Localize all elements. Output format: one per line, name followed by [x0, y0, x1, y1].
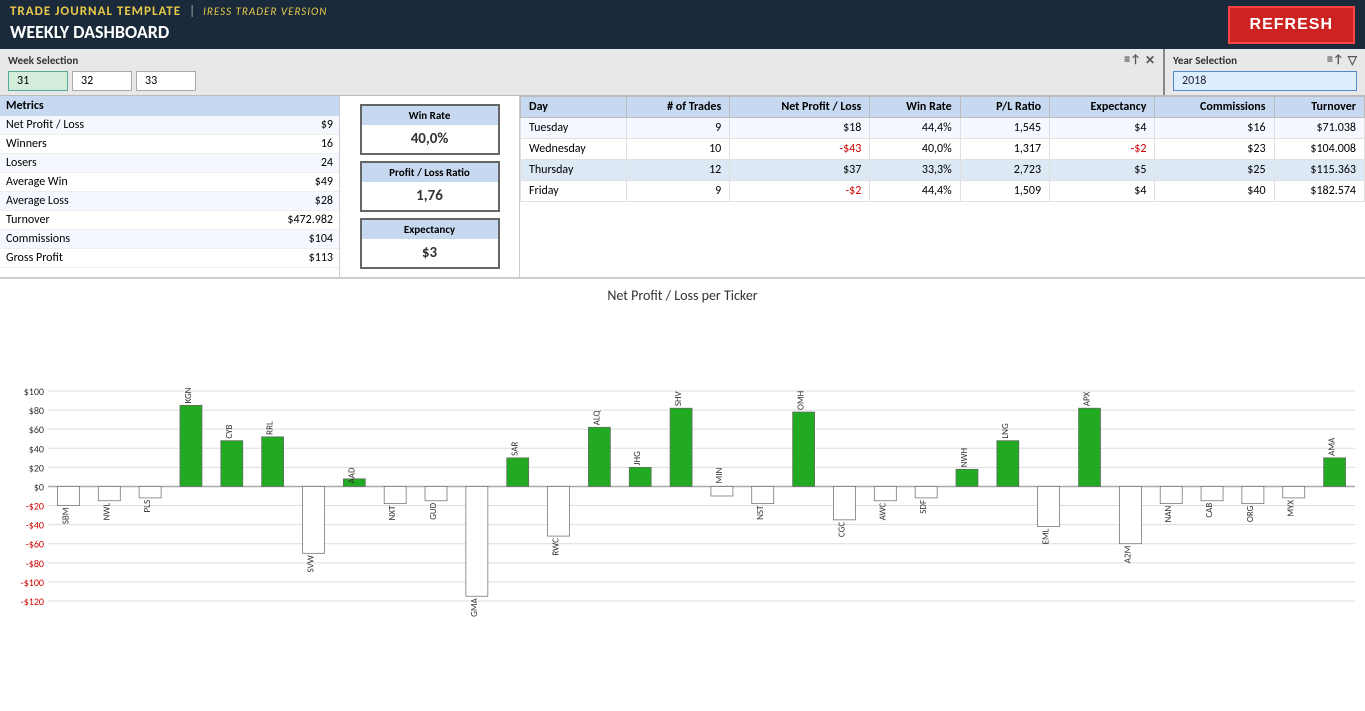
svg-text:GUD: GUD: [428, 502, 439, 519]
week-selection-panel: Week Selection ≡↑ ✕ 31 32 33: [0, 49, 1165, 95]
svg-text:NST: NST: [755, 505, 766, 520]
table-row: Gross Profit$113: [0, 249, 339, 268]
kpi-boxes: Win Rate 40,0% Profit / Loss Ratio 1,76 …: [340, 96, 520, 277]
expectancy-value: $3: [362, 239, 498, 267]
svg-text:RWC: RWC: [551, 538, 562, 556]
table-row: Losers24: [0, 154, 339, 173]
svg-text:LNG: LNG: [1000, 423, 1011, 439]
svg-text:PLS: PLS: [142, 500, 153, 513]
pl-ratio-label: Profit / Loss Ratio: [362, 163, 498, 182]
main-content: Metrics Net Profit / Loss$9Winners16Lose…: [0, 96, 1365, 711]
expectancy-box: Expectancy $3: [360, 218, 500, 269]
svg-text:SAR: SAR: [510, 442, 521, 456]
svg-text:AWC: AWC: [877, 503, 888, 521]
svg-text:-$20: -$20: [26, 500, 44, 513]
svg-text:NAN: NAN: [1163, 505, 1174, 522]
app-title: TRADE JOURNAL TEMPLATE: [10, 4, 181, 19]
svg-text:RRL: RRL: [265, 421, 276, 435]
metrics-section: Metrics Net Profit / Loss$9Winners16Lose…: [0, 96, 1365, 278]
svg-text:KGN: KGN: [183, 387, 194, 403]
svg-text:NWH: NWH: [959, 448, 970, 467]
year-clear-icon[interactable]: ▽: [1348, 53, 1357, 68]
svg-text:ORG: ORG: [1245, 505, 1256, 522]
table-row: Friday 9 -$2 44,4% 1,509 $4 $40 $182.574: [521, 181, 1365, 202]
svg-text:SVW: SVW: [305, 555, 316, 572]
year-selection-panel: Year Selection ≡↑ ▽ 2018: [1165, 49, 1365, 95]
svg-text:CGC: CGC: [836, 522, 847, 537]
svg-text:ALQ: ALQ: [591, 409, 602, 425]
table-row: Thursday 12 $37 33,3% 2,723 $5 $25 $115.…: [521, 160, 1365, 181]
chart-title: Net Profit / Loss per Ticker: [0, 287, 1365, 304]
table-row: Turnover$472.982: [0, 211, 339, 230]
table-row: Winners16: [0, 135, 339, 154]
svg-text:-$60: -$60: [26, 538, 44, 551]
svg-text:SDF: SDF: [918, 500, 929, 514]
svg-text:$0: $0: [34, 480, 44, 493]
svg-text:$100: $100: [24, 385, 44, 398]
svg-text:NWL: NWL: [101, 503, 112, 521]
svg-text:$20: $20: [29, 461, 44, 474]
win-rate-value: 40,0%: [362, 125, 498, 153]
pl-ratio-value: 1,76: [362, 182, 498, 210]
svg-text:-$100: -$100: [21, 576, 44, 589]
year-filter-icon[interactable]: ≡↑: [1327, 53, 1344, 68]
week-cell-33[interactable]: 33: [136, 71, 196, 91]
svg-text:AMA: AMA: [1327, 437, 1338, 456]
svg-text:NXT: NXT: [387, 505, 398, 520]
week-cell-32[interactable]: 32: [72, 71, 132, 91]
refresh-button[interactable]: REFRESH: [1228, 6, 1355, 44]
metrics-table: Metrics Net Profit / Loss$9Winners16Lose…: [0, 96, 340, 277]
svg-text:APX: APX: [1082, 391, 1093, 406]
table-row: Wednesday 10 -$43 40,0% 1,317 -$2 $23 $1…: [521, 139, 1365, 160]
svg-text:-$40: -$40: [26, 519, 44, 532]
divider: |: [189, 4, 195, 19]
table-row: Tuesday 9 $18 44,4% 1,545 $4 $16 $71.038: [521, 118, 1365, 139]
table-row: Commissions$104: [0, 230, 339, 249]
page-title: WEEKLY DASHBOARD: [10, 19, 327, 45]
win-rate-box: Win Rate 40,0%: [360, 104, 500, 155]
svg-text:-$120: -$120: [21, 595, 44, 608]
svg-text:SBM: SBM: [60, 508, 71, 525]
week-filter-icon[interactable]: ≡↑: [1124, 53, 1141, 68]
week-selection-label: Week Selection ≡↑ ✕: [8, 53, 1155, 68]
svg-text:CYB: CYB: [224, 424, 235, 438]
week-clear-icon[interactable]: ✕: [1145, 53, 1155, 68]
svg-text:$60: $60: [29, 423, 44, 436]
table-row: Average Win$49: [0, 173, 339, 192]
svg-text:AAD: AAD: [346, 467, 357, 483]
svg-text:CAB: CAB: [1204, 503, 1215, 518]
app-subtitle: IRESS TRADER VERSION: [203, 5, 327, 18]
daily-table: Day# of TradesNet Profit / LossWin RateP…: [520, 96, 1365, 277]
svg-text:$40: $40: [29, 442, 44, 455]
header-branding: TRADE JOURNAL TEMPLATE | IRESS TRADER VE…: [10, 4, 327, 45]
svg-text:MIN: MIN: [714, 467, 725, 483]
chart-section: Net Profit / Loss per Ticker $100$80$60$…: [0, 278, 1365, 711]
win-rate-label: Win Rate: [362, 106, 498, 125]
selection-row: Week Selection ≡↑ ✕ 31 32 33 Year Select…: [0, 49, 1365, 96]
year-cell-2018[interactable]: 2018: [1173, 71, 1357, 91]
svg-text:SHV: SHV: [673, 390, 684, 406]
svg-text:OMH: OMH: [796, 391, 807, 410]
svg-text:EML: EML: [1041, 528, 1052, 544]
svg-text:MYX: MYX: [1286, 500, 1297, 517]
week-cell-31[interactable]: 31: [8, 71, 68, 91]
table-row: Net Profit / Loss$9: [0, 116, 339, 135]
metrics-col-value-header: [207, 96, 339, 116]
chart-area: $100 $80 $60 $40 $20 $0 -$20 -$40 -$60 -$80 -$100 -…: [0, 306, 1365, 706]
week-cells: 31 32 33: [8, 71, 1155, 91]
expectancy-label: Expectancy: [362, 220, 498, 239]
header: TRADE JOURNAL TEMPLATE | IRESS TRADER VE…: [0, 0, 1365, 49]
svg-text:A2M: A2M: [1122, 546, 1133, 563]
metrics-col-header: Metrics: [0, 96, 207, 116]
svg-text:-$80: -$80: [26, 557, 44, 570]
table-row: Average Loss$28: [0, 192, 339, 211]
svg-text:JHG: JHG: [632, 451, 643, 465]
svg-text:$80: $80: [29, 404, 44, 417]
pl-ratio-box: Profit / Loss Ratio 1,76: [360, 161, 500, 212]
bar-chart: $100 $80 $60 $40 $20 $0 -$20 -$40 -$60 -$80 -$100 -…: [0, 306, 1365, 706]
year-selection-label: Year Selection ≡↑ ▽: [1173, 53, 1357, 68]
svg-text:GMA: GMA: [469, 597, 480, 616]
